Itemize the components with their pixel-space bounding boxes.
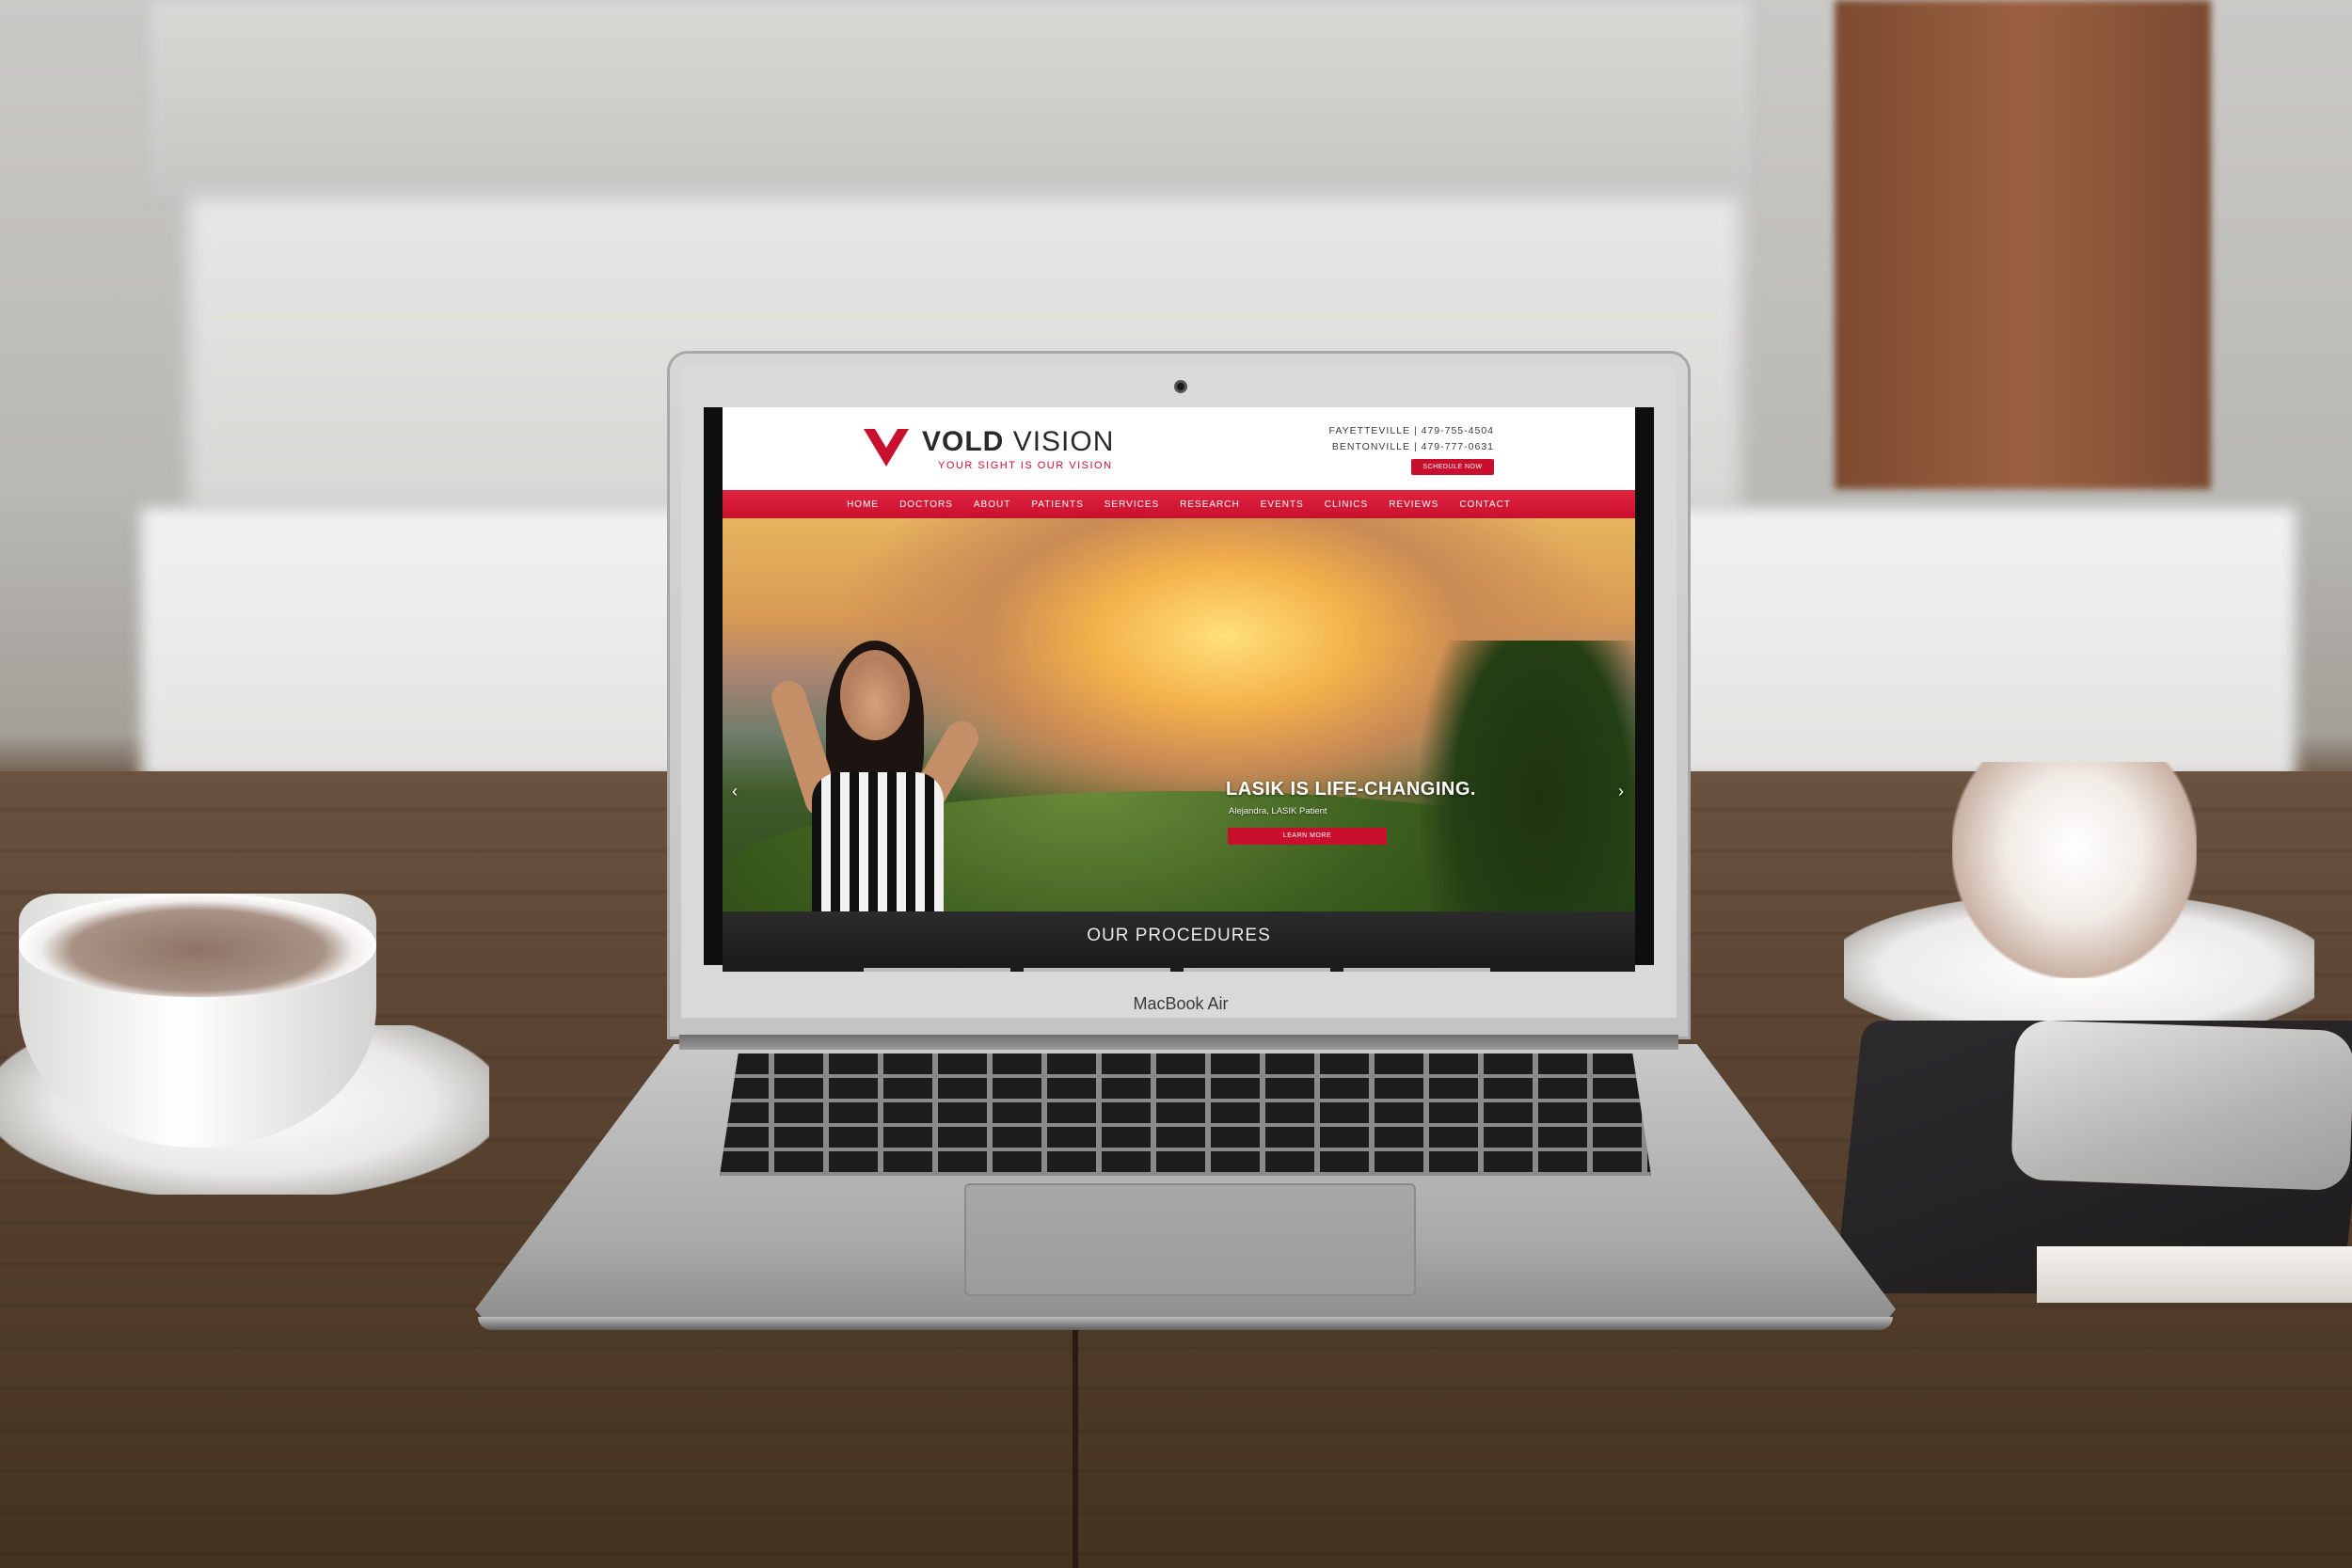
location-divider: | xyxy=(1413,441,1418,452)
nav-item-reviews[interactable]: REVIEWS xyxy=(1378,499,1449,510)
laptop-front-edge xyxy=(478,1317,1893,1330)
hero-title: LASIK IS LIFE-CHANGING. xyxy=(1226,779,1476,800)
nav-item-contact[interactable]: CONTACT xyxy=(1449,499,1521,510)
logo-v-inner xyxy=(875,429,898,448)
smartphone xyxy=(2010,1019,2352,1192)
nav-item-clinics[interactable]: CLINICS xyxy=(1314,499,1378,510)
coffee-cup-rim xyxy=(19,894,376,997)
site-header: VOLD VISION YOUR SIGHT IS OUR VISION FAY… xyxy=(723,407,1635,490)
laptop-keyboard-rows xyxy=(720,1053,1651,1176)
site-tagline: YOUR SIGHT IS OUR VISION xyxy=(938,460,1113,471)
background-wood-panel xyxy=(1835,0,2211,489)
procedures-title: OUR PROCEDURES xyxy=(1087,926,1271,945)
procedures-section: OUR PROCEDURES xyxy=(723,911,1635,972)
location-divider: | xyxy=(1413,425,1418,436)
chevron-left-icon[interactable]: ‹ xyxy=(732,782,738,801)
background-shelf xyxy=(151,0,1750,198)
laptop-hinge xyxy=(679,1035,1678,1050)
learn-more-button[interactable]: LEARN MORE xyxy=(1228,828,1387,845)
main-nav: HOME DOCTORS ABOUT PATIENTS SERVICES RES… xyxy=(723,490,1635,518)
logo-text-bold: VOLD xyxy=(922,426,1005,457)
laptop-screen: VOLD VISION YOUR SIGHT IS OUR VISION FAY… xyxy=(723,407,1635,972)
procedure-tab[interactable] xyxy=(1343,968,1490,972)
nav-item-home[interactable]: HOME xyxy=(836,499,889,510)
hero-caption: Alejandra, LASIK Patient xyxy=(1229,806,1327,816)
nav-item-research[interactable]: RESEARCH xyxy=(1169,499,1250,510)
location-phone[interactable]: 479-755-4504 xyxy=(1422,425,1494,436)
nav-item-services[interactable]: SERVICES xyxy=(1094,499,1169,510)
chevron-right-icon[interactable]: › xyxy=(1618,782,1624,801)
location-city: BENTONVILLE xyxy=(1331,441,1411,452)
nav-item-doctors[interactable]: DOCTORS xyxy=(889,499,963,510)
site-logo[interactable]: VOLD VISION xyxy=(922,426,1114,458)
procedure-tab[interactable] xyxy=(1024,968,1170,972)
location-bentonville[interactable]: BENTONVILLE | 479-777-0631 xyxy=(1332,441,1494,452)
hero-slider: ‹ › LASIK IS LIFE-CHANGING. Alejandra, L… xyxy=(723,518,1635,972)
procedure-tab[interactable] xyxy=(1184,968,1330,972)
meringue-dessert xyxy=(1952,762,2197,978)
notebook-pages xyxy=(2037,1246,2352,1303)
location-fayetteville[interactable]: FAYETTEVILLE | 479-755-4504 xyxy=(1329,425,1494,436)
logo-text-light: VISION xyxy=(1012,426,1115,457)
nav-item-events[interactable]: EVENTS xyxy=(1250,499,1314,510)
location-city: FAYETTEVILLE xyxy=(1328,425,1411,436)
procedure-tab[interactable] xyxy=(864,968,1010,972)
patient-face xyxy=(840,650,910,740)
webcam-icon xyxy=(1174,380,1187,393)
schedule-now-button[interactable]: SCHEDULE NOW xyxy=(1411,459,1494,475)
laptop-model-label: MacBook Air xyxy=(1133,994,1229,1013)
location-phone[interactable]: 479-777-0631 xyxy=(1422,441,1494,452)
nav-item-about[interactable]: ABOUT xyxy=(963,499,1021,510)
laptop-trackpad xyxy=(964,1183,1416,1296)
nav-item-patients[interactable]: PATIENTS xyxy=(1021,499,1093,510)
